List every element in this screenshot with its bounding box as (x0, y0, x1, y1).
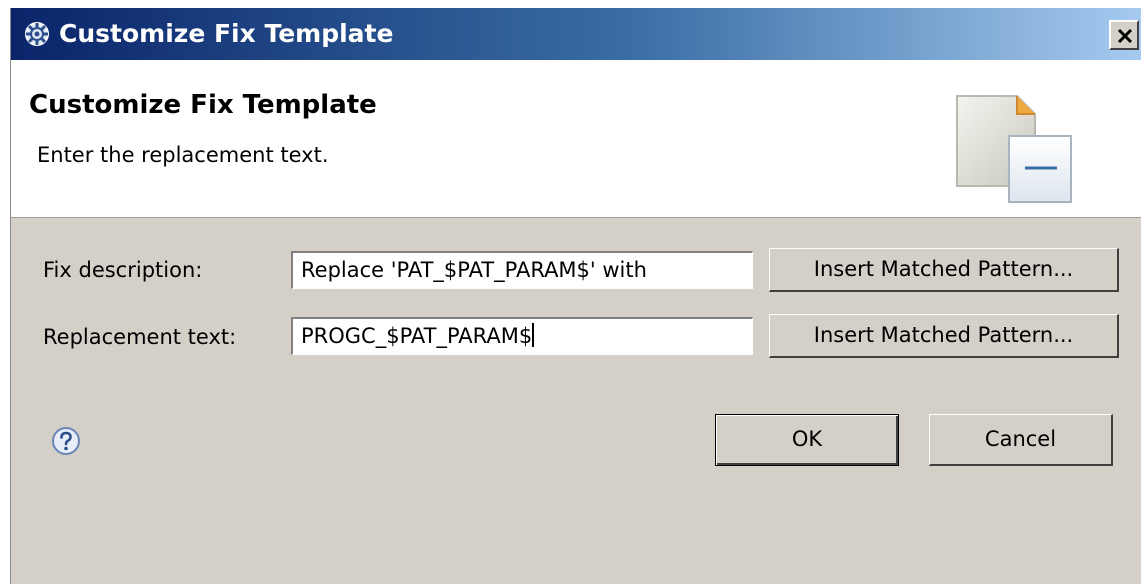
insert-pattern-description-button[interactable]: Insert Matched Pattern... (769, 248, 1119, 292)
customize-fix-template-dialog: Customize Fix Template Customize Fix Tem… (10, 8, 1141, 584)
close-icon (1117, 28, 1133, 44)
close-button[interactable] (1109, 20, 1139, 50)
dialog-header: Customize Fix Template Enter the replace… (11, 60, 1141, 218)
title-bar[interactable]: Customize Fix Template (11, 8, 1141, 60)
text-cursor (532, 323, 535, 347)
page-title: Customize Fix Template (29, 90, 377, 120)
fix-description-label: Fix description: (43, 258, 203, 282)
gear-icon (23, 20, 51, 48)
window-title: Customize Fix Template (59, 19, 394, 48)
document-template-icon (956, 95, 1072, 203)
replacement-text-label: Replacement text: (43, 325, 237, 349)
page-description: Enter the replacement text. (37, 143, 329, 167)
fix-description-field[interactable]: Replace 'PAT_$PAT_PARAM$' with (291, 251, 753, 289)
ok-button[interactable]: OK (715, 414, 899, 466)
insert-pattern-replacement-button[interactable]: Insert Matched Pattern... (769, 314, 1119, 358)
replacement-text-field[interactable]: PROGC_$PAT_PARAM$ (291, 317, 753, 355)
replacement-text-value: PROGC_$PAT_PARAM$ (301, 324, 533, 348)
help-icon[interactable] (51, 426, 81, 456)
cancel-button[interactable]: Cancel (929, 414, 1113, 466)
